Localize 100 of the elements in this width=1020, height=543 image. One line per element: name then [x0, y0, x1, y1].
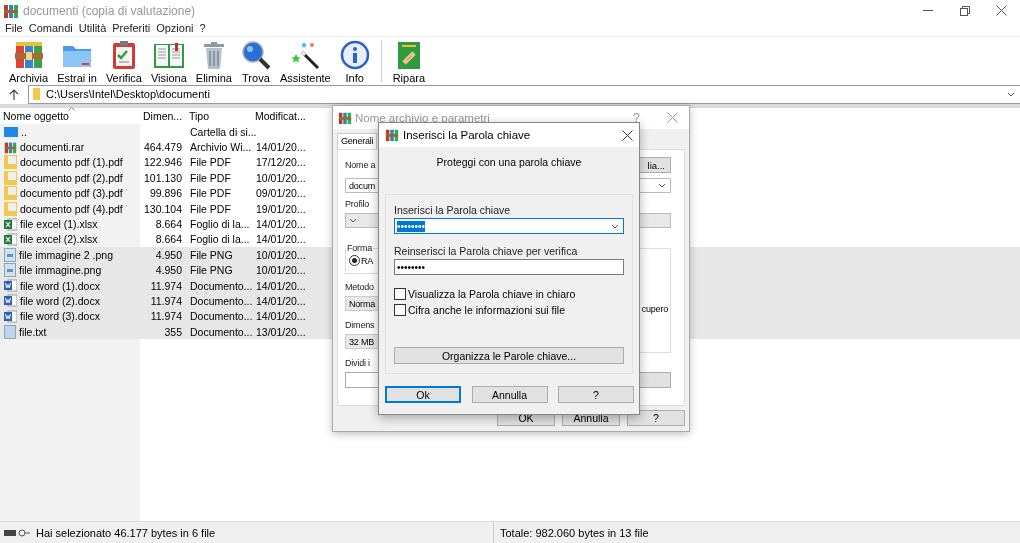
word-file-icon: [4, 294, 17, 308]
field-label: Nome a: [345, 160, 376, 170]
image-file-icon: [4, 247, 16, 262]
table-cell: 8.664: [155, 233, 182, 246]
file-name[interactable]: documento pdf (3).pdf: [20, 187, 123, 200]
password-field[interactable]: ••••••••: [394, 259, 624, 275]
file-name[interactable]: file excel (2).xlsx: [20, 233, 98, 246]
field-label: Inserisci la Parola chiave: [394, 204, 512, 216]
table-cell: 10/01/20...: [256, 248, 306, 261]
file-name[interactable]: documento pdf (4).pdf: [20, 202, 123, 215]
table-cell: 14/01/20...: [256, 295, 306, 307]
open-book-icon: [152, 40, 185, 70]
dialog-button[interactable]: ?: [627, 410, 685, 426]
document-icon: [4, 170, 17, 185]
table-cell: File PNG: [190, 248, 233, 261]
file-name[interactable]: file excel (1).xlsx: [20, 218, 98, 231]
table-cell: 11.974: [150, 279, 182, 292]
table-cell: 13/01/20...: [256, 325, 306, 338]
file-name[interactable]: file word (2).docx: [20, 295, 100, 307]
table-cell: Cartella di si...: [190, 125, 257, 138]
image-file-icon: [4, 263, 16, 278]
table-cell: 4.950: [155, 264, 182, 277]
parent-folder-icon: [4, 125, 18, 138]
chevron-down-icon: [1007, 91, 1015, 97]
table-cell: 99.896: [149, 187, 182, 200]
checkbox[interactable]: Cifra anche le informazioni sui file: [394, 304, 624, 316]
file-name[interactable]: documento pdf (2).pdf: [20, 171, 123, 184]
close-icon[interactable]: [622, 129, 633, 141]
table-cell: File PDF: [190, 171, 231, 184]
column-header[interactable]: Tipo: [186, 108, 252, 124]
table-cell: 11.974: [150, 310, 182, 323]
toolbar-button[interactable]: Trova: [237, 40, 274, 84]
menu-item[interactable]: ?: [196, 22, 209, 34]
toolbar-button[interactable]: Visiona: [147, 40, 190, 84]
menu-item[interactable]: Utilità: [75, 22, 110, 34]
table-cell: Foglio di la...: [190, 218, 250, 231]
table-cell: Documento...: [190, 325, 253, 338]
toolbar-button[interactable]: Estrai in: [54, 40, 100, 84]
table-cell: File PDF: [190, 202, 231, 215]
dialog-title: Nome archivio e parametri: [355, 111, 491, 124]
file-name[interactable]: documento pdf (1).pdf: [20, 156, 123, 169]
table-cell: 19/01/20...: [256, 202, 306, 215]
field-label: Dividi i: [345, 358, 371, 368]
organize-button[interactable]: Organizza le Parole chiave...: [394, 347, 624, 364]
password-field[interactable]: ••••••••: [394, 218, 624, 234]
folder-icon: [33, 88, 40, 100]
toolbar-button[interactable]: Elimina: [192, 40, 235, 84]
dialog-button[interactable]: Ok: [385, 386, 461, 403]
menu-item[interactable]: Comandi: [25, 22, 76, 34]
drive-key-icon: [4, 528, 30, 537]
toolbar-button[interactable]: Ripara: [389, 40, 429, 84]
text-file-icon: [4, 324, 16, 339]
menu-item[interactable]: Opzioni: [153, 22, 197, 34]
menu-item[interactable]: File: [2, 22, 26, 34]
file-name[interactable]: file word (3).docx: [20, 310, 100, 323]
file-name[interactable]: ..: [21, 125, 27, 138]
address-field[interactable]: C:\Users\Intel\Desktop\documenti: [28, 84, 1020, 104]
close-icon[interactable]: [996, 5, 1007, 16]
toolbar-button[interactable]: Info: [336, 40, 373, 84]
restore-icon: [959, 5, 970, 16]
up-arrow-icon[interactable]: [9, 88, 19, 100]
table-cell: 4.950: [155, 248, 182, 261]
archive-books-icon: [3, 2, 19, 19]
column-header[interactable]: Modificat...: [252, 108, 310, 124]
table-cell: 14/01/20...: [256, 233, 306, 246]
file-name[interactable]: documenti.rar: [20, 141, 85, 154]
chevron-down-icon: [658, 183, 666, 188]
document-icon: [4, 201, 17, 216]
table-cell: 11.974: [150, 295, 182, 307]
archive-books-icon: [385, 128, 399, 142]
search-icon: [240, 40, 271, 70]
table-cell: 14/01/20...: [256, 279, 306, 292]
column-header[interactable]: Nome oggetto: [0, 108, 140, 124]
status-text: Totale: 982.060 bytes in 13 file: [499, 526, 649, 539]
toolbar-button[interactable]: Archivia: [6, 40, 52, 84]
excel-file-icon: [4, 217, 17, 231]
info-icon: [339, 40, 370, 70]
window-title: documenti (copia di valutazione): [23, 3, 197, 18]
column-header[interactable]: Dimen...: [140, 108, 186, 124]
table-cell: File PNG: [190, 264, 233, 277]
field-label: Dimens: [345, 320, 376, 330]
table-cell: 101.130: [144, 171, 182, 184]
tab[interactable]: Generali: [337, 133, 378, 149]
chevron-down-icon: [611, 223, 619, 229]
file-name[interactable]: file immagine 2 .png: [19, 248, 113, 261]
table-cell: 09/01/20...: [256, 187, 306, 200]
menu-item[interactable]: Preferiti: [109, 22, 154, 34]
checkbox[interactable]: Visualizza la Parola chiave in chiaro: [394, 288, 624, 300]
file-name[interactable]: file word (1).docx: [20, 279, 100, 292]
dialog-button[interactable]: ?: [558, 386, 634, 403]
option-text: cupero: [641, 304, 669, 314]
toolbar-button[interactable]: Verifica: [102, 40, 145, 84]
toolbar-button[interactable]: Assistente: [276, 40, 334, 84]
table-cell: 14/01/20...: [256, 310, 306, 323]
table-cell: 17/12/20...: [256, 156, 306, 169]
file-name[interactable]: file.txt: [19, 325, 47, 338]
file-name[interactable]: file immagine.png: [19, 264, 102, 277]
table-cell: 14/01/20...: [256, 141, 306, 154]
table-cell: 10/01/20...: [256, 264, 306, 277]
dialog-button[interactable]: Annulla: [471, 386, 548, 403]
